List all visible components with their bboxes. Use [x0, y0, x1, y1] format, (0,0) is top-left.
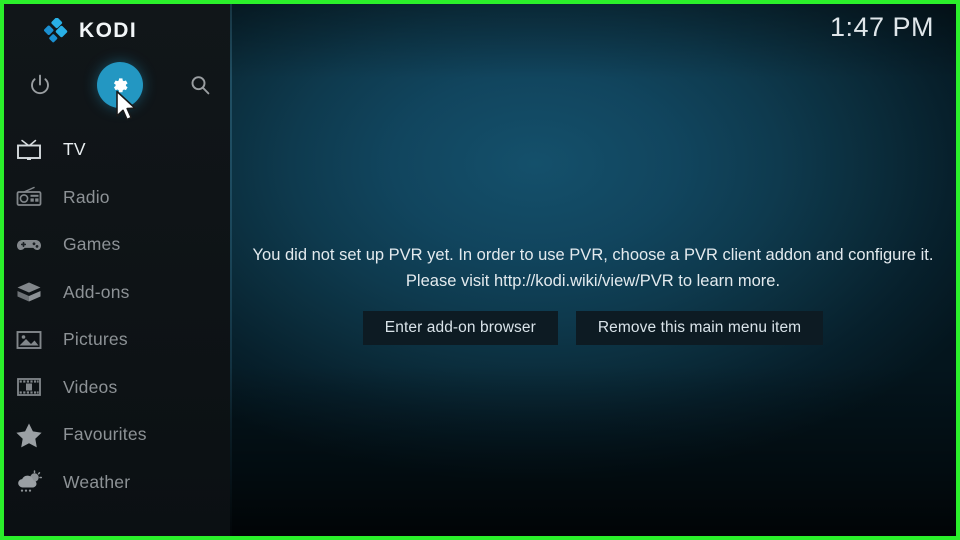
remove-main-menu-item-button[interactable]: Remove this main menu item [575, 311, 824, 345]
power-icon[interactable] [17, 62, 63, 108]
sidebar-item-weather[interactable]: Weather [4, 459, 230, 507]
sidebar-item-label: Games [63, 234, 121, 255]
tv-icon [12, 136, 46, 164]
gear-icon[interactable] [97, 62, 143, 108]
star-icon [12, 421, 46, 449]
sidebar-item-label: Videos [63, 376, 118, 397]
sidebar-item-tv[interactable]: TV [4, 126, 230, 174]
sidebar-item-pictures[interactable]: Pictures [4, 316, 230, 364]
sidebar-item-radio[interactable]: Radio [4, 174, 230, 222]
sidebar-item-add-ons[interactable]: Add-ons [4, 269, 230, 317]
pvr-setup-panel: You did not set up PVR yet. In order to … [230, 242, 956, 345]
sidebar-item-label: Add-ons [63, 281, 130, 302]
sidebar-item-label: Radio [63, 186, 110, 207]
kodi-logo-icon [44, 17, 70, 44]
sidebar-item-games[interactable]: Games [4, 221, 230, 269]
enter-addon-browser-button[interactable]: Enter add-on browser [362, 311, 558, 345]
addons-box-icon [12, 278, 46, 306]
sidebar-item-label: TV [63, 139, 86, 160]
main-menu: TV Radio Games Add-ons Pictures Videos F… [4, 126, 230, 506]
sidebar-item-favourites[interactable]: Favourites [4, 411, 230, 459]
sidebar-item-videos[interactable]: Videos [4, 364, 230, 412]
radio-icon [12, 183, 46, 211]
gamepad-icon [12, 231, 46, 259]
sidebar-item-label: Weather [63, 471, 131, 492]
sidebar-item-label: Pictures [63, 329, 128, 350]
pvr-message-text: You did not set up PVR yet. In order to … [252, 246, 934, 290]
pvr-button-row: Enter add-on browser Remove this main me… [230, 311, 956, 345]
sidebar: KODI TV Radio Games Add-ons Pictures Vid… [4, 4, 230, 536]
weather-icon [12, 468, 46, 496]
sidebar-item-label: Favourites [63, 424, 147, 445]
clock: 1:47 PM [829, 12, 934, 42]
filmstrip-icon [12, 373, 46, 401]
app-title: KODI [79, 19, 138, 42]
search-icon[interactable] [177, 62, 223, 108]
kodi-window: KODI TV Radio Games Add-ons Pictures Vid… [0, 0, 960, 540]
picture-icon [12, 326, 46, 354]
kodi-logo: KODI [44, 17, 138, 44]
top-icon-bar [4, 62, 230, 108]
